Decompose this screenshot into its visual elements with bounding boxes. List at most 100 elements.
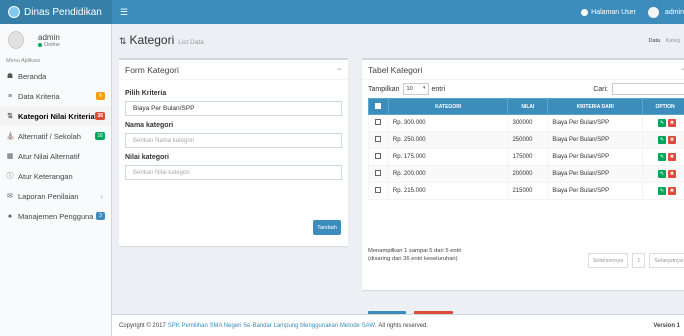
sidebar-avatar <box>8 31 24 49</box>
show-label: Tampilkan <box>368 85 400 93</box>
nama-kategori-input[interactable]: Berikan Nama kategori <box>125 133 342 148</box>
school-icon: ⛪ <box>6 133 15 140</box>
prev-page-button[interactable]: Sebelumnya <box>587 253 629 268</box>
sidebar-item-beranda[interactable]: ☗ Beranda <box>0 66 111 86</box>
nama-label: Nama kategori <box>125 122 174 129</box>
kriteria-select-value: Biaya Per Bulan/SPP <box>133 105 195 112</box>
menu-toggle-icon[interactable]: ☰ <box>120 7 128 18</box>
kriteria-select[interactable]: Biaya Per Bulan/SPP <box>125 101 342 116</box>
select-all-checkbox[interactable] <box>375 102 382 109</box>
sidebar-item-label: Manajemen Pengguna <box>18 211 94 221</box>
select-all-header[interactable] <box>368 98 389 115</box>
sidebar-item-laporan[interactable]: ✉ Laporan Penilaian ‹ <box>0 186 111 206</box>
sidebar-item-kategori-nilai[interactable]: ⇅ Kategori Nilai Kriteria 36 <box>0 106 111 126</box>
cell-kategori: Rp. 200.000 <box>387 165 509 183</box>
count-badge: 36 <box>95 112 105 120</box>
row-checkbox[interactable] <box>375 187 382 193</box>
col-option: OPTION <box>642 98 684 115</box>
edit-icon[interactable]: ✎ <box>658 153 667 161</box>
sidebar-item-atur-nilai[interactable]: ▦ Atur Nilai Alternatif <box>0 146 111 166</box>
sidebar-item-label: Beranda <box>18 71 47 81</box>
delete-icon[interactable]: ✖ <box>668 119 677 127</box>
tambah-button[interactable]: Tambah <box>313 220 341 235</box>
col-kriteria[interactable]: KRITERIA DARI <box>547 98 644 115</box>
list-icon: ≡ <box>7 92 13 100</box>
cell-kategori: Rp. 175.000 <box>387 148 509 166</box>
sort-icon: ⇅ <box>7 113 13 120</box>
pagination: Sebelumnya 1 Selanjutnya <box>587 253 684 268</box>
edit-icon[interactable]: ✎ <box>658 187 667 195</box>
sidebar-item-manajemen[interactable]: ♠ Manajemen Pengguna 3 <box>0 206 111 226</box>
sidebar-item-data-kriteria[interactable]: ≡ Data Kriteria 6 <box>0 86 111 106</box>
table-row: Rp. 300.000 300000 Biaya Per Bulan/SPP ✎… <box>368 114 684 132</box>
footer-version: Version 1 <box>653 322 680 329</box>
col-kategori[interactable]: KATEGORI <box>387 98 509 115</box>
user-status-label: Online <box>44 41 60 48</box>
users-icon: ♠ <box>8 212 12 220</box>
user-panel: admin Online <box>0 24 111 56</box>
row-checkbox[interactable] <box>375 170 382 176</box>
search-group: Cari: <box>593 83 684 95</box>
page-1-button[interactable]: 1 <box>632 253 646 268</box>
edit-icon[interactable]: ✎ <box>658 170 667 178</box>
table-controls: Tampilkan 10 ▾ entri Cari: <box>362 80 684 98</box>
table-box-header: Tabel Kategori − <box>362 60 684 80</box>
globe-icon <box>581 8 589 16</box>
cell-nilai: 300000 <box>507 114 549 132</box>
delete-icon[interactable]: ✖ <box>668 170 677 178</box>
breadcrumb-data[interactable]: Data <box>648 38 660 44</box>
row-checkbox[interactable] <box>375 119 382 125</box>
cell-nilai: 250000 <box>507 131 549 149</box>
page-title: ⇅ Kategori List Data <box>119 33 204 47</box>
user-menu[interactable]: admin <box>647 6 684 18</box>
delete-icon[interactable]: ✖ <box>668 136 677 144</box>
table-icon: ▦ <box>6 153 14 160</box>
count-badge: 16 <box>95 132 105 140</box>
navbar: ☰ Halaman User admin <box>112 0 684 24</box>
page-length-select[interactable]: 10 ▾ <box>402 83 429 95</box>
cell-kategori: Rp. 300.000 <box>387 114 509 132</box>
sort-icon: ⇅ <box>119 36 127 46</box>
footer-link[interactable]: SPK Pemilihan SMA Negeri Se-Bandar Lampu… <box>168 323 377 329</box>
menu-header: Menu Aplikasi <box>6 58 40 64</box>
delete-icon[interactable]: ✖ <box>668 187 677 195</box>
next-page-button[interactable]: Selanjutnya <box>649 253 684 268</box>
home-icon: ☗ <box>6 73 14 80</box>
footer: Copyright © 2017 SPK Pemilihan SMA Neger… <box>112 314 684 336</box>
content-header: ⇅ Kategori List Data Data Kateg <box>112 24 684 56</box>
avatar <box>647 6 659 18</box>
col-nilai[interactable]: NILAI <box>507 98 549 115</box>
report-icon: ✉ <box>7 193 13 200</box>
cell-nilai: 175000 <box>507 148 549 166</box>
user-status: Online <box>38 42 60 48</box>
nilai-kategori-input[interactable]: Berikan Nilai kategori <box>125 165 342 180</box>
entri-label: entri <box>431 85 446 93</box>
sidebar-item-alternatif[interactable]: ⛪ Alternatif / Sekolah 16 <box>0 126 111 146</box>
halaman-user-link[interactable]: Halaman User <box>581 8 636 16</box>
top-bar: Dinas Pendidikan ☰ Halaman User admin <box>0 0 684 24</box>
sidebar-item-label: Atur Nilai Alternatif <box>18 151 80 161</box>
sidebar-item-atur-keterangan[interactable]: ⓘ Atur Keterangan <box>0 166 111 186</box>
brand-logo[interactable]: Dinas Pendidikan <box>0 0 112 24</box>
table-info-line2: (disaring dari 36 entri keseluruhan) <box>368 256 458 262</box>
cell-kriteria: Biaya Per Bulan/SPP <box>547 148 644 166</box>
chevron-down-icon: ▾ <box>423 85 426 91</box>
row-checkbox[interactable] <box>375 136 382 142</box>
cell-kriteria: Biaya Per Bulan/SPP <box>547 114 644 132</box>
table-header-row: KATEGORI NILAI KRITERIA DARI OPTION <box>368 98 684 115</box>
cell-nilai: 200000 <box>507 165 549 183</box>
form-kategori-box: Form Kategori − Pilih Kriteria Biaya Per… <box>119 58 348 246</box>
search-input[interactable] <box>612 83 684 95</box>
delete-icon[interactable]: ✖ <box>668 153 677 161</box>
row-checkbox[interactable] <box>375 153 382 159</box>
edit-icon[interactable]: ✎ <box>658 119 667 127</box>
search-label: Cari: <box>593 85 608 93</box>
edit-icon[interactable]: ✎ <box>658 136 667 144</box>
count-badge: 6 <box>96 92 105 100</box>
footer-rights: All rights reserved. <box>378 322 429 329</box>
collapse-icon[interactable]: − <box>337 64 342 74</box>
table-row: Rp. 200.000 200000 Biaya Per Bulan/SPP ✎… <box>368 165 684 183</box>
table-info: Menampilkan 1 sampai 5 dari 5 entri (dis… <box>368 247 461 263</box>
cell-kriteria: Biaya Per Bulan/SPP <box>547 182 644 200</box>
table-title: Tabel Kategori <box>368 64 423 75</box>
